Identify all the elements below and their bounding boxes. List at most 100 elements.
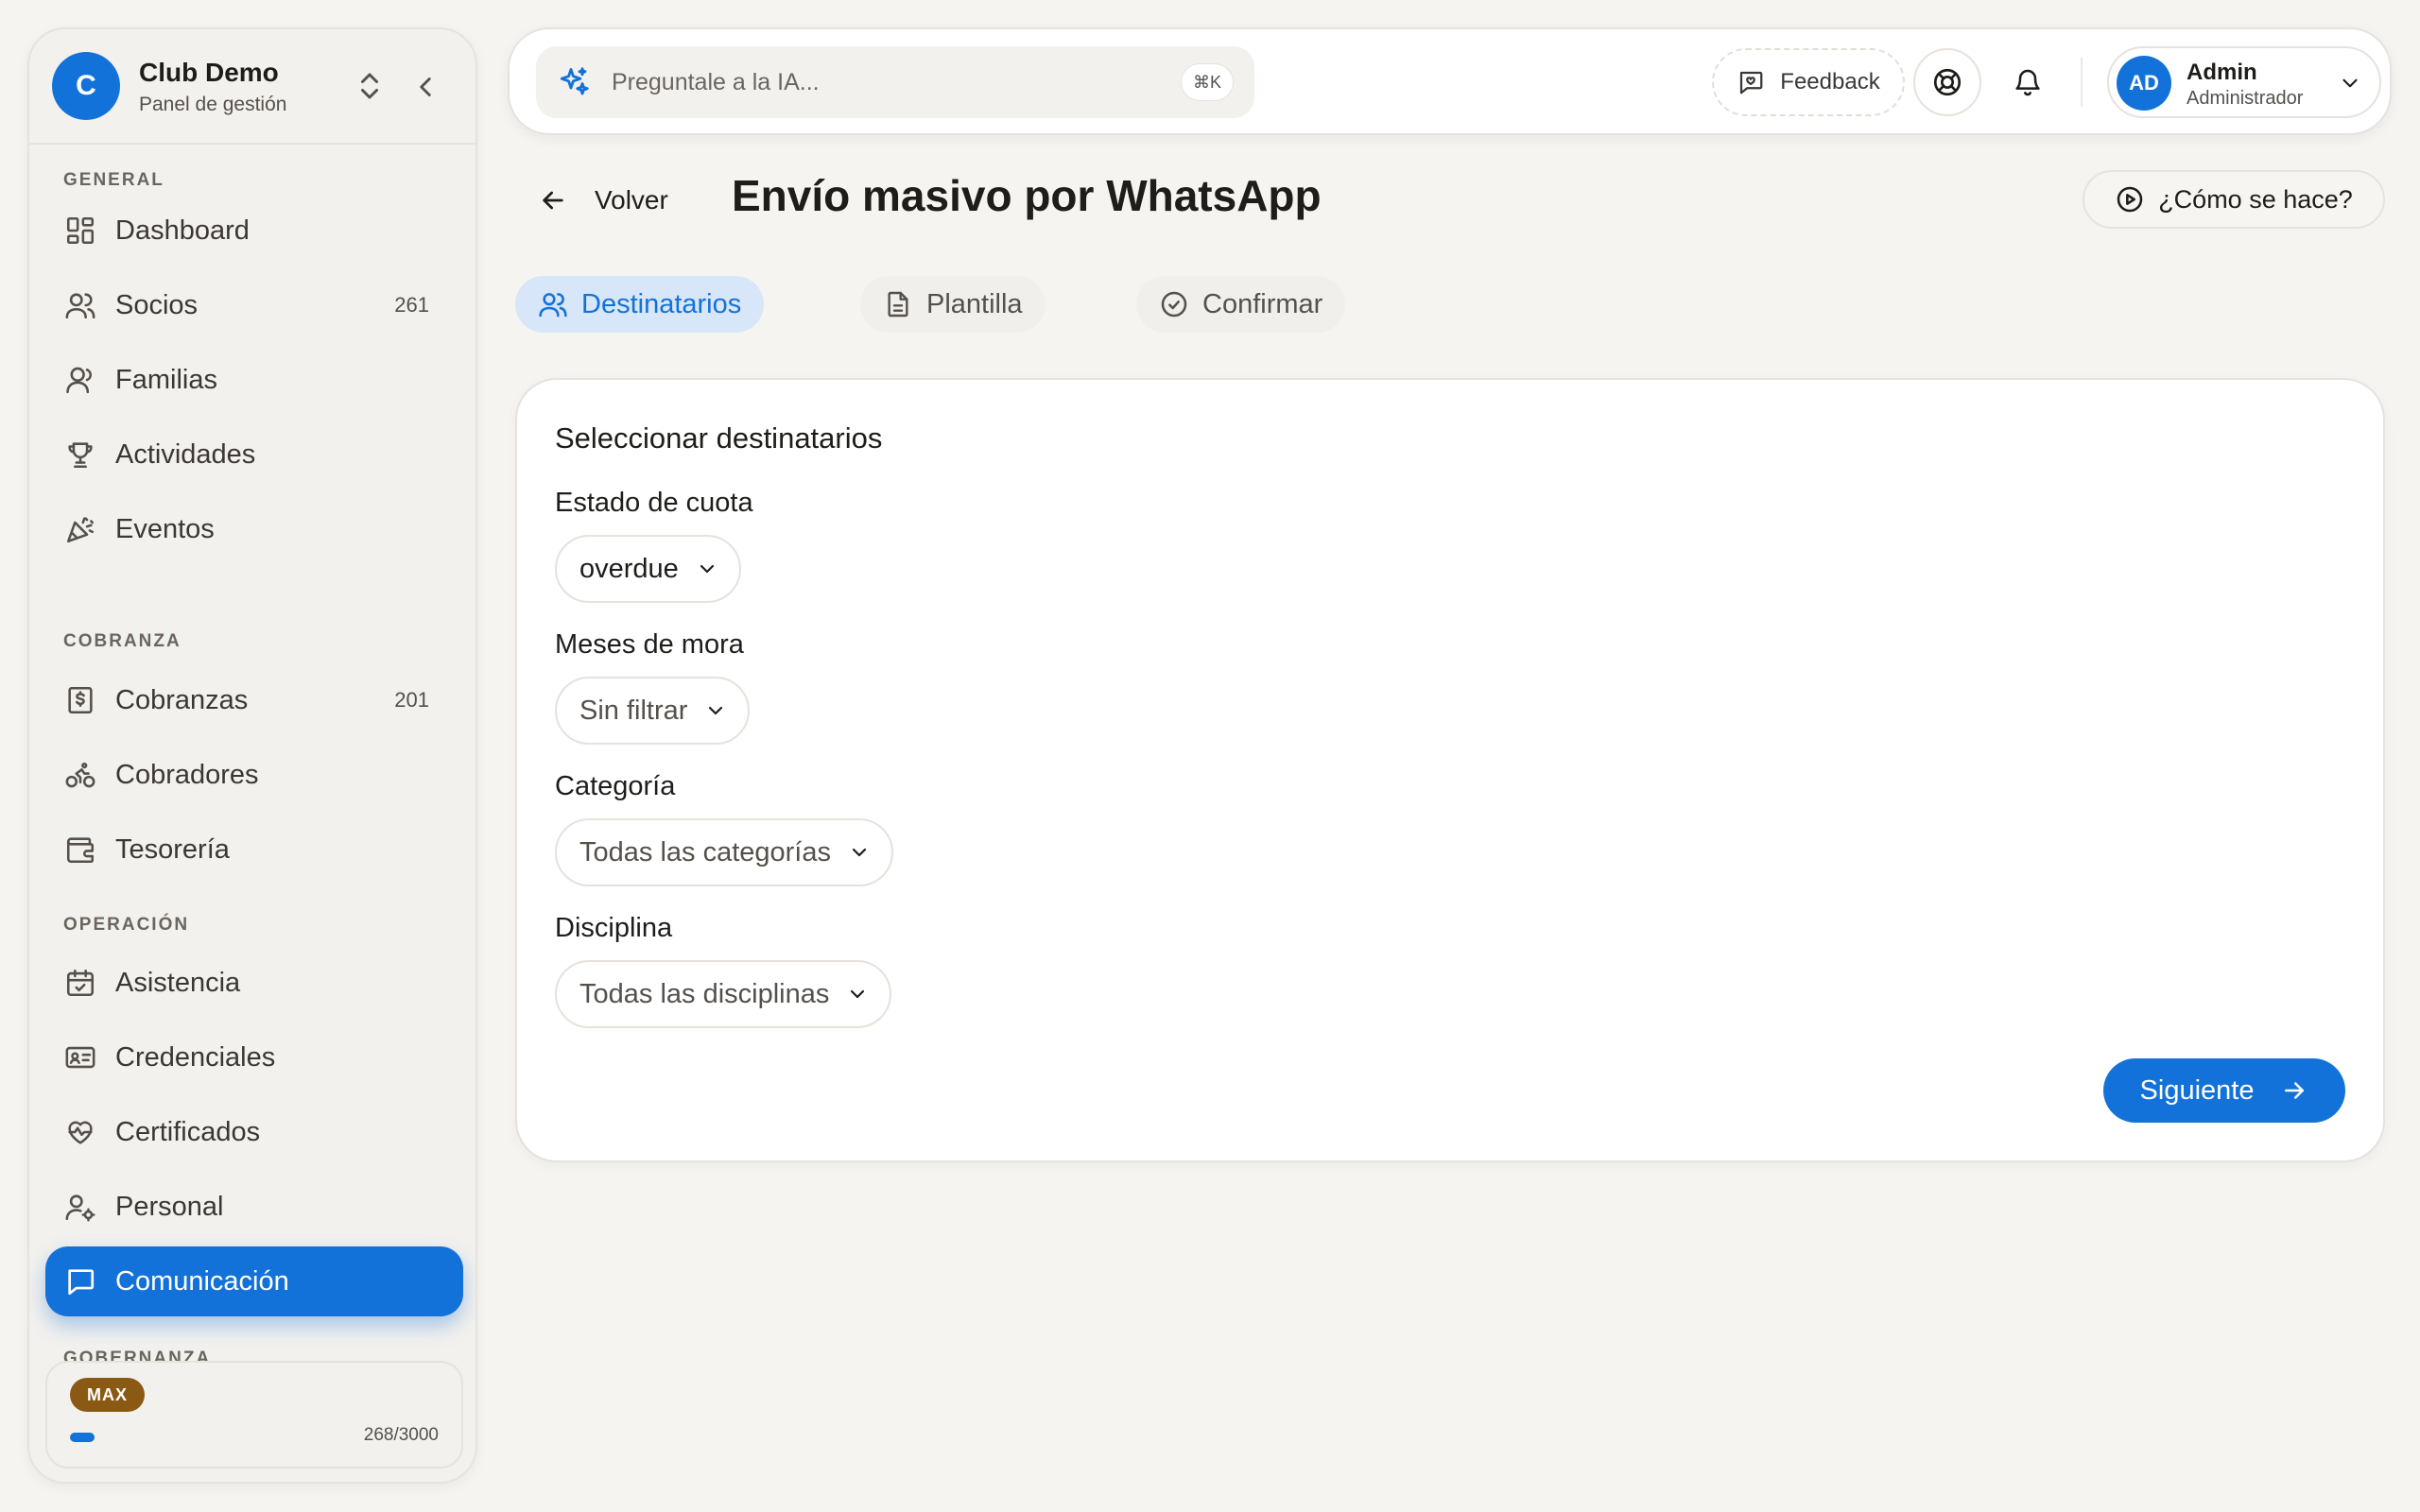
arrow-right-icon (2280, 1076, 2308, 1105)
how-to-button[interactable]: ¿Cómo se hace? (2083, 170, 2385, 229)
step-label: Plantilla (926, 288, 1023, 319)
user-menu[interactable]: AD Admin Administrador (2107, 46, 2381, 118)
sidebar-item-comunicacion[interactable]: Comunicación (45, 1246, 463, 1316)
plan-badge: MAX (70, 1378, 145, 1412)
collapse-sidebar-icon[interactable] (409, 71, 441, 103)
select-value: Todas las disciplinas (579, 978, 830, 1009)
step-destinatarios[interactable]: Destinatarios (515, 276, 765, 333)
check-circle-icon (1159, 289, 1189, 319)
document-icon (883, 289, 913, 319)
sidebar-item-familias[interactable]: Familias (45, 345, 463, 415)
feedback-label: Feedback (1780, 69, 1880, 94)
party-popper-icon (64, 513, 96, 545)
sidebar-item-label: Cobranzas (115, 684, 249, 715)
users-icon (538, 289, 568, 319)
step-plantilla[interactable]: Plantilla (860, 276, 1046, 333)
plan-usage-card[interactable]: MAX 268/3000 (45, 1361, 463, 1469)
sidebar-item-cobradores[interactable]: Cobradores (45, 740, 463, 810)
back-button[interactable]: Volver (534, 174, 672, 227)
chevrons-up-down-icon[interactable] (353, 69, 387, 103)
topbar-divider (2081, 58, 2083, 107)
next-button[interactable]: Siguiente (2103, 1058, 2345, 1123)
sidebar-item-label: Credenciales (115, 1041, 276, 1073)
chevron-down-icon (2338, 71, 2362, 95)
sidebar-item-asistencia[interactable]: Asistencia (45, 948, 463, 1018)
plan-usage-count: 268/3000 (363, 1425, 439, 1445)
bell-icon (2013, 67, 2043, 97)
brand-subtitle: Panel de gestión (139, 94, 287, 115)
step-label: Confirmar (1202, 288, 1323, 319)
sidebar-item-credenciales[interactable]: Credenciales (45, 1022, 463, 1092)
sidebar-item-label: Eventos (115, 513, 215, 544)
chevron-down-icon (704, 699, 727, 722)
dashboard-icon (64, 215, 96, 247)
sidebar-item-actividades[interactable]: Actividades (45, 420, 463, 490)
recipients-card: Seleccionar destinatarios Estado de cuot… (515, 378, 2385, 1162)
message-icon (64, 1265, 96, 1297)
sparkles-icon (557, 65, 591, 99)
page-title: Envío masivo por WhatsApp (732, 171, 1322, 220)
card-title: Seleccionar destinatarios (555, 421, 883, 455)
field-label-meses-mora: Meses de mora (555, 629, 744, 660)
section-label-operacion: OPERACIÓN (63, 915, 190, 935)
brand-header[interactable]: C Club Demo Panel de gestión (29, 29, 475, 145)
sidebar-item-personal[interactable]: Personal (45, 1172, 463, 1242)
plan-usage-bar (70, 1433, 95, 1442)
section-label-cobranza: COBRANZA (63, 631, 182, 651)
users-icon (64, 289, 96, 321)
step-label: Destinatarios (581, 288, 742, 319)
meses-mora-select[interactable]: Sin filtrar (555, 677, 751, 745)
disciplina-select[interactable]: Todas las disciplinas (555, 960, 892, 1028)
sidebar-item-cobranzas[interactable]: Cobranzas 201 (45, 665, 463, 735)
family-icon (64, 364, 96, 396)
sidebar-item-socios[interactable]: Socios 261 (45, 270, 463, 340)
top-bar: ⌘K Feedback AD Admin Administrador (508, 27, 2392, 135)
arrow-left-icon (538, 185, 568, 215)
avatar: AD (2117, 56, 2171, 111)
chevron-down-icon (696, 558, 718, 580)
help-button[interactable] (1913, 48, 1981, 116)
calendar-check-icon (64, 967, 96, 999)
count-badge: 201 (394, 688, 429, 712)
id-card-icon (64, 1041, 96, 1074)
select-value: overdue (579, 553, 679, 584)
sidebar-item-label: Certificados (115, 1116, 261, 1147)
brand-logo: C (52, 52, 120, 120)
brand-name: Club Demo (139, 58, 279, 87)
user-gear-icon (64, 1191, 96, 1223)
keyboard-shortcut-hint: ⌘K (1180, 63, 1234, 101)
section-label-general: GENERAL (63, 170, 164, 190)
receipt-icon (64, 684, 96, 716)
chevron-down-icon (848, 841, 871, 864)
notifications-button[interactable] (1994, 48, 2062, 116)
estado-cuota-select[interactable]: overdue (555, 535, 741, 603)
back-label: Volver (595, 185, 668, 215)
sidebar-item-label: Familias (115, 364, 217, 395)
ai-search-box[interactable]: ⌘K (536, 46, 1254, 118)
sidebar-item-eventos[interactable]: Eventos (45, 494, 463, 564)
ai-search-input[interactable] (612, 63, 1103, 101)
sidebar-item-label: Cobradores (115, 759, 259, 790)
sidebar-item-label: Actividades (115, 438, 256, 470)
sidebar-item-label: Socios (115, 289, 199, 320)
field-label-categoria: Categoría (555, 771, 676, 801)
sidebar-item-label: Personal (115, 1191, 224, 1222)
sidebar-item-label: Dashboard (115, 215, 250, 246)
bike-icon (64, 759, 96, 791)
categoria-select[interactable]: Todas las categorías (555, 818, 893, 886)
next-label: Siguiente (2139, 1074, 2255, 1106)
trophy-icon (64, 438, 96, 471)
heart-pulse-icon (64, 1116, 96, 1148)
wallet-icon (64, 833, 96, 866)
step-confirmar[interactable]: Confirmar (1136, 276, 1346, 333)
sidebar-item-dashboard[interactable]: Dashboard (45, 196, 463, 266)
count-badge: 261 (394, 293, 429, 317)
how-to-label: ¿Cómo se hace? (2158, 184, 2353, 214)
sidebar-item-certificados[interactable]: Certificados (45, 1097, 463, 1167)
feedback-button[interactable]: Feedback (1712, 48, 1905, 116)
sidebar-item-tesoreria[interactable]: Tesorería (45, 815, 463, 885)
sidebar-item-label: Asistencia (115, 967, 241, 998)
user-role: Administrador (2187, 88, 2304, 109)
chevron-down-icon (846, 983, 869, 1005)
field-label-disciplina: Disciplina (555, 913, 673, 943)
